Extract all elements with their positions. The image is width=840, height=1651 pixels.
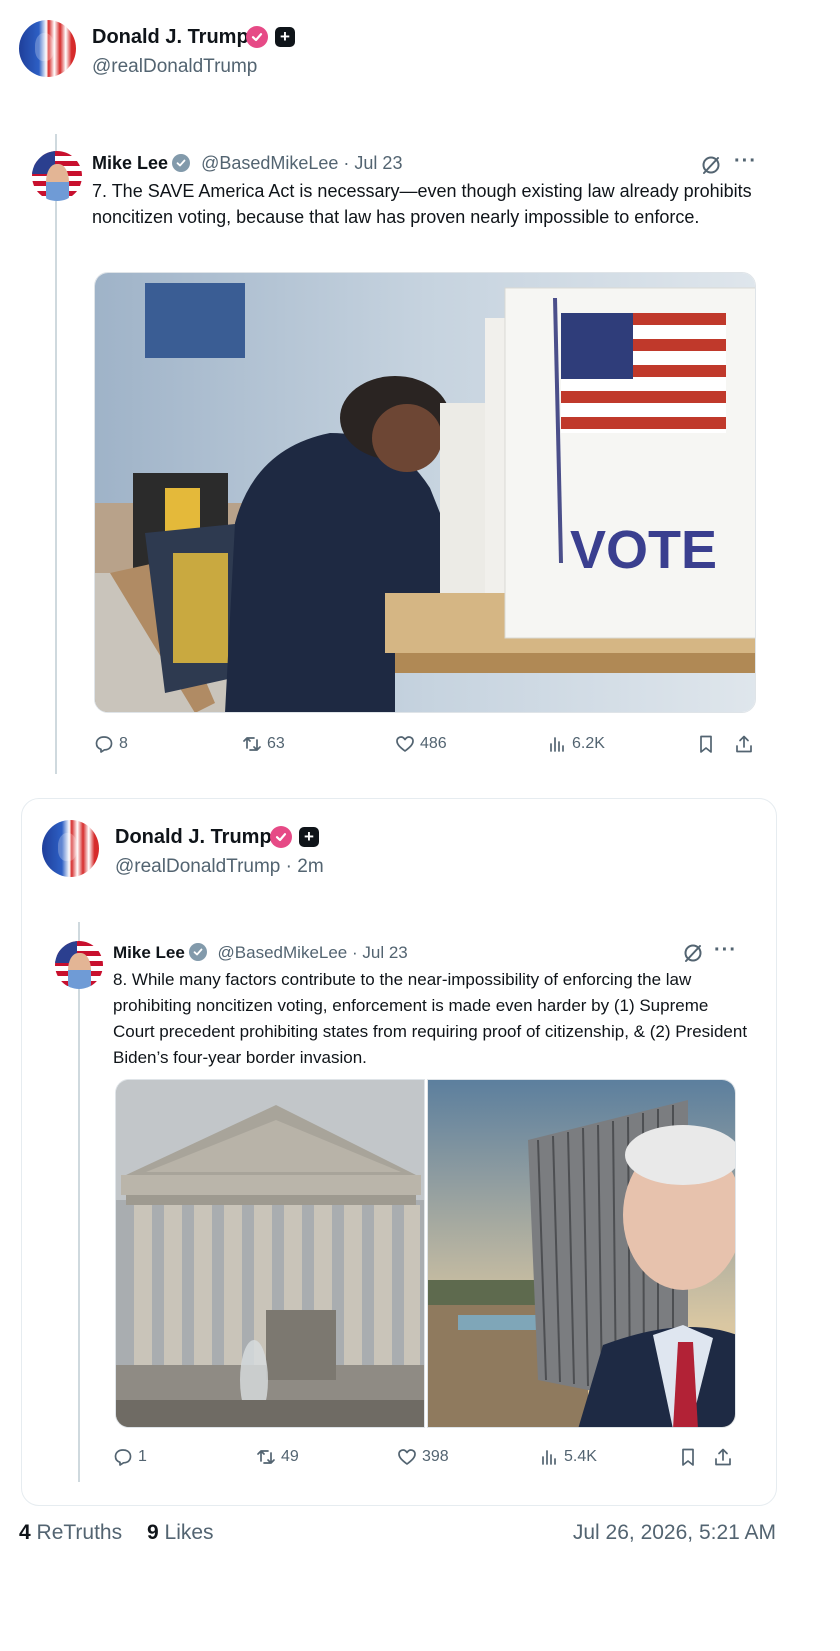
views-icon xyxy=(542,1450,556,1465)
avatar[interactable] xyxy=(19,20,76,77)
grok-icon[interactable] xyxy=(682,942,704,964)
like-count: 398 xyxy=(422,1448,449,1465)
views-button[interactable]: 5.4K xyxy=(539,1447,597,1467)
share-icon xyxy=(715,1448,731,1466)
quote-text: 7. The SAVE America Act is necessary—eve… xyxy=(92,181,752,227)
plus-badge-icon: + xyxy=(275,27,295,47)
reply-icon xyxy=(95,736,113,753)
verified-badge-icon xyxy=(188,943,207,961)
reply-count: 8 xyxy=(119,735,128,752)
author-name[interactable]: Mike Lee xyxy=(113,943,185,962)
avatar[interactable] xyxy=(42,820,99,877)
bookmark-icon xyxy=(682,1448,694,1466)
bookmark-button[interactable] xyxy=(678,1447,698,1467)
view-count: 6.2K xyxy=(572,735,605,752)
more-options-button[interactable]: ··· xyxy=(714,939,737,962)
quote1-actions: 8 63 486 6.2K xyxy=(0,734,840,756)
verified-badge-icon xyxy=(246,26,268,48)
views-icon xyxy=(550,737,564,752)
retruth-label: ReTruths xyxy=(36,1521,123,1544)
author-name[interactable]: Donald J. Trump xyxy=(92,26,249,49)
retruth-total: 4 xyxy=(19,1521,31,1544)
verified-badge-icon xyxy=(172,154,191,172)
plus-badge-icon: + xyxy=(299,827,319,847)
retruth-count: 49 xyxy=(281,1448,299,1465)
share-button[interactable] xyxy=(713,1447,733,1467)
retruth-count: 63 xyxy=(267,735,285,752)
avatar[interactable] xyxy=(32,151,82,201)
post-timestamp: Jul 26, 2026, 5:21 AM xyxy=(572,1521,776,1544)
repost-icon xyxy=(243,737,261,751)
reply-button[interactable]: 1 xyxy=(113,1447,147,1467)
like-button[interactable]: 486 xyxy=(395,734,447,754)
share-icon xyxy=(736,735,752,753)
likes-stat[interactable]: 9 Likes xyxy=(147,1521,214,1545)
thread-line xyxy=(55,134,57,774)
grok-icon[interactable] xyxy=(700,154,722,176)
post-date[interactable]: Jul 23 xyxy=(354,153,402,173)
voting-booth-illustration: VOTE xyxy=(95,273,755,712)
like-count: 486 xyxy=(420,735,447,752)
retruths-stat[interactable]: 4 ReTruths xyxy=(19,1521,122,1545)
thread-line xyxy=(78,922,80,1482)
bookmark-button[interactable] xyxy=(696,734,716,754)
view-count: 5.4K xyxy=(564,1448,597,1465)
retruth-button[interactable]: 49 xyxy=(256,1447,299,1467)
more-options-button[interactable]: ··· xyxy=(734,150,757,173)
author-handle[interactable]: @BasedMikeLee xyxy=(201,153,338,173)
author-name[interactable]: Mike Lee xyxy=(92,153,168,173)
author-handle[interactable]: @realDonaldTrump xyxy=(115,856,280,877)
border-biden-photo[interactable] xyxy=(427,1079,736,1428)
quote-text: 8. While many factors contribute to the … xyxy=(113,970,748,1067)
like-button[interactable]: 398 xyxy=(397,1447,449,1467)
like-label: Likes xyxy=(164,1521,214,1544)
supreme-court-photo[interactable] xyxy=(115,1079,425,1428)
author-handle[interactable]: @realDonaldTrump xyxy=(92,56,257,78)
border-wall-illustration xyxy=(428,1080,735,1427)
voting-booth-photo[interactable]: VOTE xyxy=(94,272,756,713)
heart-icon xyxy=(398,1449,416,1465)
handle-line: @realDonaldTrump · 2m xyxy=(115,856,324,877)
supreme-court-illustration xyxy=(116,1080,424,1427)
post-date[interactable]: Jul 23 xyxy=(362,943,407,962)
bookmark-icon xyxy=(700,735,712,753)
share-button[interactable] xyxy=(734,734,754,754)
author-handle[interactable]: @BasedMikeLee xyxy=(218,943,348,962)
views-button[interactable]: 6.2K xyxy=(547,734,605,754)
avatar[interactable] xyxy=(55,941,103,989)
quote-author-line: Mike Lee @BasedMikeLee · Jul 23 xyxy=(92,153,403,173)
post-time[interactable]: 2m xyxy=(297,856,323,877)
vote-sign: VOTE xyxy=(570,520,717,580)
reply-button[interactable]: 8 xyxy=(94,734,128,754)
author-name[interactable]: Donald J. Trump xyxy=(115,826,272,849)
verified-badge-icon xyxy=(270,826,292,848)
reply-icon xyxy=(114,1449,132,1466)
like-total: 9 xyxy=(147,1521,159,1544)
heart-icon xyxy=(396,736,414,752)
quote2-actions: 1 49 398 5.4K xyxy=(0,1447,840,1469)
quote-author-line: Mike Lee @BasedMikeLee · Jul 23 xyxy=(113,943,408,962)
repost-icon xyxy=(257,1450,275,1464)
retruth-button[interactable]: 63 xyxy=(242,734,285,754)
reply-count: 1 xyxy=(138,1448,147,1465)
